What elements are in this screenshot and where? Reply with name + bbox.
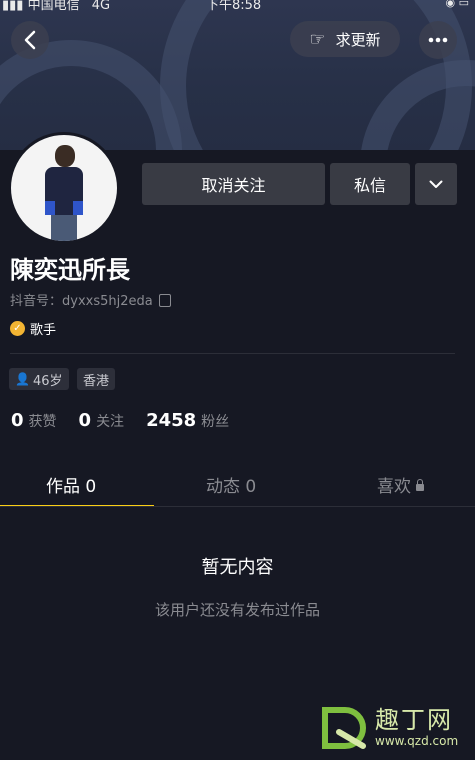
divider bbox=[0, 506, 475, 507]
chevron-down-icon bbox=[429, 180, 443, 188]
lock-icon bbox=[416, 479, 424, 491]
profile-stats: 0 获赞 0 关注 2458 粉丝 bbox=[11, 410, 229, 431]
more-dots-icon bbox=[428, 37, 448, 43]
followers-stat[interactable]: 2458 粉丝 bbox=[146, 410, 229, 431]
tab-likes[interactable]: 喜欢 bbox=[377, 472, 424, 497]
douyin-id-text: 抖音号：dyxxs5hj2eda bbox=[10, 294, 153, 309]
empty-state-subtitle: 该用户还没有发布过作品 bbox=[154, 601, 320, 619]
battery-icon: ◉ ▭ bbox=[445, 0, 470, 9]
copy-icon[interactable] bbox=[158, 294, 171, 307]
clock: 下午8:58 bbox=[206, 0, 262, 13]
tab-likes-label: 喜欢 bbox=[377, 477, 411, 497]
verified-badge: ✓ 歌手 bbox=[10, 319, 56, 338]
pointing-hand-icon: ☞ bbox=[309, 28, 326, 50]
chevron-left-icon bbox=[24, 30, 36, 50]
location-tag: 香港 bbox=[77, 368, 116, 390]
profile-banner bbox=[0, 0, 475, 150]
message-button[interactable]: 私信 bbox=[330, 163, 410, 205]
tab-dynamics[interactable]: 动态 0 bbox=[206, 472, 256, 497]
age-text: 46岁 bbox=[32, 373, 63, 389]
person-icon: 👤 bbox=[15, 372, 30, 386]
watermark-name: 趣丁网 bbox=[375, 706, 453, 734]
status-bar: ▮▮▮ 中国电信 4G 下午8:58 ◉ ▭ bbox=[0, 0, 475, 13]
profile-name: 陳奕迅所長 bbox=[10, 256, 130, 284]
message-label: 私信 bbox=[353, 176, 386, 195]
watermark: 趣丁网 www.qzd.com bbox=[319, 696, 469, 756]
empty-state-title: 暂无内容 bbox=[201, 557, 274, 578]
douyin-id: 抖音号：dyxxs5hj2eda bbox=[10, 290, 171, 309]
verified-label: 歌手 bbox=[30, 323, 57, 338]
following-stat[interactable]: 0 关注 bbox=[79, 410, 125, 431]
back-button[interactable] bbox=[11, 21, 49, 59]
signal-icon: ▮▮▮ bbox=[2, 0, 24, 13]
age-tag: 👤 46岁 bbox=[9, 368, 69, 390]
carrier-text: ▮▮▮ 中国电信 4G bbox=[2, 0, 111, 13]
avatar[interactable] bbox=[8, 132, 120, 244]
tab-works[interactable]: 作品 0 bbox=[46, 472, 96, 497]
expand-button[interactable] bbox=[415, 163, 457, 205]
request-update-label: 求更新 bbox=[335, 30, 381, 49]
more-button[interactable] bbox=[419, 21, 457, 59]
likes-stat[interactable]: 0 获赞 bbox=[11, 410, 57, 431]
unfollow-button[interactable]: 取消关注 bbox=[142, 163, 325, 205]
watermark-logo bbox=[322, 707, 366, 749]
request-update-button[interactable]: ☞ 求更新 bbox=[290, 21, 400, 57]
verified-check-icon: ✓ bbox=[10, 321, 25, 336]
watermark-url: www.qzd.com bbox=[375, 734, 459, 748]
divider bbox=[10, 353, 455, 354]
unfollow-label: 取消关注 bbox=[201, 176, 266, 195]
location-text: 香港 bbox=[83, 373, 110, 389]
content-tabs: 作品 0 动态 0 喜欢 bbox=[0, 464, 475, 506]
